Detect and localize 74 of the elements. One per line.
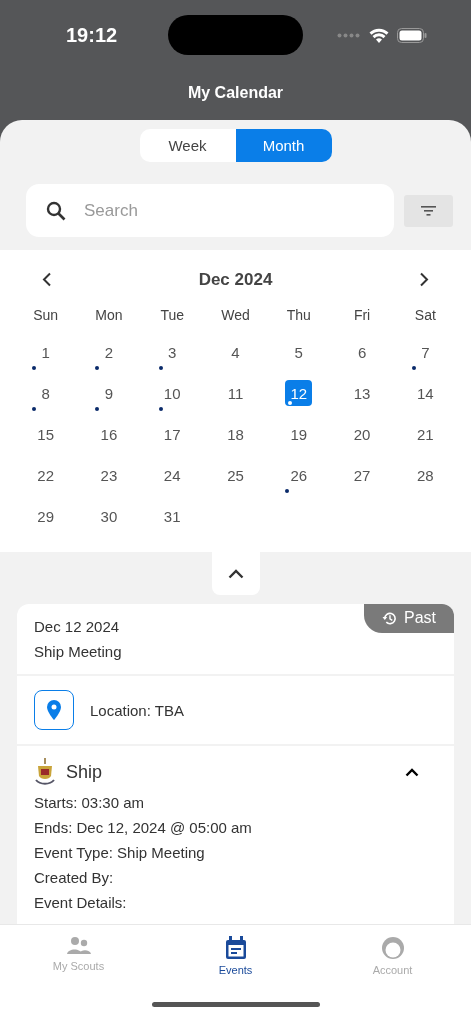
- status-time: 19:12: [66, 23, 118, 47]
- calendar-day[interactable]: 29: [32, 503, 60, 529]
- event-detail: Event Details:: [34, 894, 128, 911]
- calendar-day[interactable]: 20: [348, 421, 376, 447]
- badge-text: Past: [404, 609, 436, 627]
- chevron-right-icon: [419, 272, 429, 287]
- screen-title: My Calendar: [186, 83, 285, 103]
- calendar-day[interactable]: 3: [158, 339, 186, 365]
- search-icon: [46, 200, 66, 221]
- weekday-label: Mon: [94, 306, 124, 325]
- people-icon: [66, 936, 91, 956]
- chevron-up-icon: [227, 568, 244, 579]
- weekday-label: Wed: [220, 306, 251, 325]
- filter-icon: [421, 205, 436, 216]
- calendar-day[interactable]: 16: [95, 421, 123, 447]
- calendar-day[interactable]: 27: [348, 462, 376, 488]
- emblem-icon: [34, 758, 56, 786]
- location-button[interactable]: [34, 690, 74, 730]
- event-detail: Starts: 03:30 am: [34, 794, 146, 811]
- weekday-label: Sat: [413, 306, 437, 325]
- search-field[interactable]: Search: [26, 184, 394, 237]
- calendar-day[interactable]: 5: [285, 339, 313, 365]
- calendar-day[interactable]: 11: [222, 380, 249, 406]
- weekday-label: Fri: [352, 306, 372, 325]
- calendar-day[interactable]: 2: [95, 339, 123, 365]
- month-title: Dec 2024: [198, 269, 273, 290]
- event-detail: Created By:: [34, 869, 115, 886]
- calendar-day[interactable]: 28: [411, 462, 439, 488]
- avatar-icon: [380, 936, 405, 960]
- calendar-day[interactable]: 25: [222, 462, 249, 488]
- battery-icon: [397, 27, 427, 43]
- calendar-day[interactable]: 15: [32, 421, 60, 447]
- calendar-day[interactable]: 9: [95, 380, 123, 406]
- calendar-day[interactable]: 24: [158, 462, 186, 488]
- calendar-day[interactable]: 22: [32, 462, 60, 488]
- history-icon: [382, 610, 397, 626]
- signal-icon: [337, 32, 361, 38]
- filter-button[interactable]: [404, 194, 453, 227]
- location-text: Location: TBA: [90, 701, 184, 719]
- chevron-up-icon: [405, 767, 419, 777]
- weekday-label: Sun: [32, 306, 60, 325]
- calendar-day[interactable]: 31: [158, 503, 186, 529]
- calendar-day[interactable]: 14: [411, 380, 439, 406]
- chevron-left-icon: [42, 272, 52, 287]
- calendar-day[interactable]: 10: [158, 380, 186, 406]
- weekday-label: Tue: [159, 306, 185, 325]
- view-tab[interactable]: Week: [139, 129, 236, 162]
- calendar-day[interactable]: 26: [285, 462, 313, 488]
- calendar-day[interactable]: 19: [285, 421, 313, 447]
- calendar-day[interactable]: 21: [411, 421, 439, 447]
- calendar-day[interactable]: 8: [32, 380, 60, 406]
- tab-bar-item[interactable]: Events: [157, 935, 314, 977]
- unit-name: Ship: [66, 761, 104, 783]
- event-card[interactable]: Past Dec 12 2024 Ship Meeting Location: TBA Ship Starts: 03:30 am Ends: Dec 12, 2024 @ 05:00 am Event Type: Ship Meeting Created By: Event Details:: [17, 604, 454, 924]
- calendar-day[interactable]: 7: [411, 339, 439, 365]
- event-detail: Event Type: Ship Meeting: [34, 844, 206, 861]
- event-date: Dec 12 2024: [34, 618, 121, 635]
- calendar-day[interactable]: 18: [222, 421, 249, 447]
- calendar-day[interactable]: 23: [95, 462, 123, 488]
- location-pin-icon: [47, 700, 61, 720]
- calendar-day[interactable]: 13: [348, 380, 376, 406]
- event-detail: Ends: Dec 12, 2024 @ 05:00 am: [34, 819, 253, 836]
- weekday-label: Thu: [285, 306, 312, 325]
- calendar-day[interactable]: 1: [32, 339, 60, 365]
- calendar-day[interactable]: 12: [285, 380, 313, 406]
- calendar-day[interactable]: 6: [348, 339, 376, 365]
- view-tab[interactable]: Month: [235, 129, 332, 162]
- calendar-icon: [224, 936, 247, 960]
- event-title: Ship Meeting: [34, 643, 123, 660]
- calendar-day[interactable]: 30: [95, 503, 123, 529]
- calendar-day[interactable]: 17: [158, 421, 186, 447]
- search-input[interactable]: Search: [84, 184, 394, 237]
- calendar-day[interactable]: 4: [222, 339, 249, 365]
- wifi-icon: [369, 27, 389, 43]
